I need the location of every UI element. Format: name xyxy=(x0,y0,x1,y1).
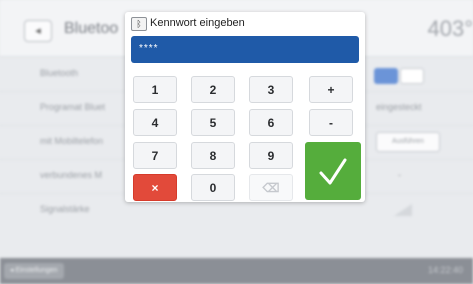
password-dialog: ᛒ Kennwort eingeben **** 1 2 3 + 4 5 6 -… xyxy=(125,12,365,202)
execute-button[interactable]: Ausführen xyxy=(376,132,440,152)
bluetooth-icon: ᛒ xyxy=(131,17,147,31)
back-icon: ◂ xyxy=(35,25,41,37)
check-icon xyxy=(319,158,347,185)
password-field[interactable]: **** xyxy=(131,36,359,63)
row-label: mit Mobiltelefon xyxy=(40,136,104,146)
row-label: Bluetooth xyxy=(40,68,79,78)
key-1[interactable]: 1 xyxy=(133,76,177,103)
key-4[interactable]: 4 xyxy=(133,109,177,136)
temperature-readout: 403° xyxy=(427,16,473,41)
row-label: verbundenes M xyxy=(40,170,103,180)
footer-bar: ◂ Einstellungen 14:22:40 xyxy=(0,258,473,284)
password-value: **** xyxy=(139,43,159,54)
key-minus[interactable]: - xyxy=(309,109,353,136)
cancel-button[interactable]: × xyxy=(133,174,177,201)
page-title: Bluetoo xyxy=(64,20,119,37)
key-2[interactable]: 2 xyxy=(191,76,235,103)
dialog-title: Kennwort eingeben xyxy=(150,17,245,29)
toggle-off-segment[interactable] xyxy=(400,68,424,84)
key-5[interactable]: 5 xyxy=(191,109,235,136)
clock: 14:22:40 xyxy=(427,265,463,275)
backspace-button[interactable]: ⌫ xyxy=(249,174,293,201)
key-9[interactable]: 9 xyxy=(249,142,293,169)
row-label: Programat Bluet xyxy=(40,102,106,112)
key-0[interactable]: 0 xyxy=(191,174,235,201)
confirm-button[interactable] xyxy=(305,142,361,200)
key-8[interactable]: 8 xyxy=(191,142,235,169)
row-label: Signalstärke xyxy=(40,204,90,214)
signal-strength-icon xyxy=(394,204,412,216)
back-button[interactable]: ◂ xyxy=(24,20,52,42)
key-plus[interactable]: + xyxy=(309,76,353,103)
footer-back-button[interactable]: ◂ Einstellungen xyxy=(4,263,64,279)
toggle-on-segment[interactable] xyxy=(374,68,398,84)
key-7[interactable]: 7 xyxy=(133,142,177,169)
row-value: - xyxy=(398,170,401,180)
bluetooth-toggle[interactable] xyxy=(374,68,424,84)
key-3[interactable]: 3 xyxy=(249,76,293,103)
key-6[interactable]: 6 xyxy=(249,109,293,136)
row-value: eingesteckt xyxy=(376,102,422,112)
